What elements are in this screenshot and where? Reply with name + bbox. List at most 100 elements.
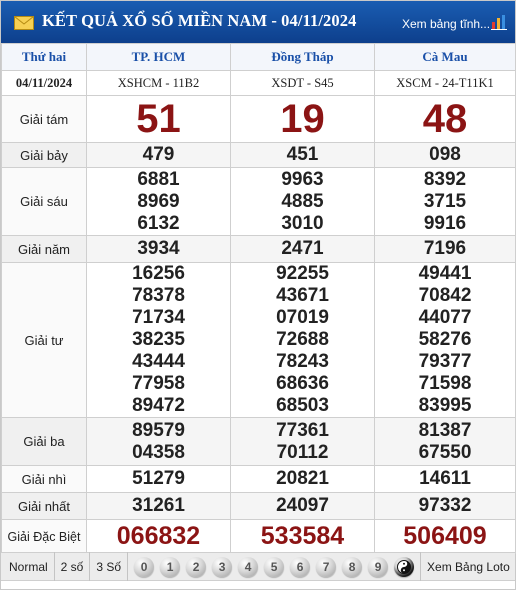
prize-number: 04358: [132, 441, 185, 463]
province-dong-thap[interactable]: Đồng Tháp: [230, 43, 375, 71]
prize-label: Giải ba: [1, 417, 87, 466]
prize-number: 14611: [374, 465, 516, 493]
digit-ball[interactable]: 1: [160, 556, 181, 577]
prize-number: 38235: [132, 329, 185, 350]
prize-number: 68636: [276, 373, 329, 394]
prize-number: 3010: [281, 212, 324, 234]
prize-number: 098: [374, 142, 516, 168]
prize-number: 97332: [374, 492, 516, 520]
prize-cell: 89579 04358: [86, 417, 231, 466]
prize-number: 51279: [86, 465, 231, 493]
province-hcm[interactable]: TP. HCM: [86, 43, 231, 71]
prize-cell: 6881 8969 6132: [86, 167, 231, 236]
prize-row-3: Giải ba 89579 04358 77361 70112 81387 67…: [1, 417, 516, 466]
prize-number: 68503: [276, 395, 329, 416]
digit-ball[interactable]: 9: [368, 556, 389, 577]
prize-row-special: Giải Đặc Biệt 066832 533584 506409: [1, 519, 516, 554]
prize-row-7: Giải bảy 479 451 098: [1, 142, 516, 168]
digit-ball[interactable]: 8: [342, 556, 363, 577]
header-bar: KẾT QUẢ XỔ SỐ MIỀN NAM - 04/11/2024 Xem …: [1, 1, 515, 43]
code-hcm: XSHCM - 11B2: [86, 70, 231, 96]
prize-cell: 77361 70112: [230, 417, 375, 466]
prize-number: 70112: [276, 441, 329, 463]
prize-label: Giải nhì: [1, 465, 87, 493]
prize-label: Giải sáu: [1, 167, 87, 236]
yin-yang-glyph: [397, 559, 412, 574]
special-prize-number: 066832: [86, 519, 231, 554]
prize-cell: 81387 67550: [374, 417, 516, 466]
prize-number: 51: [86, 95, 231, 143]
prize-number: 8969: [137, 190, 180, 212]
option-2-digits[interactable]: 2 số: [55, 552, 91, 581]
digit-filter: 0 1 2 3 4 5 6 7 8 9: [128, 552, 422, 581]
prize-number: 79377: [418, 351, 472, 372]
prize-label: Giải bảy: [1, 142, 87, 168]
prize-label: Giải nhất: [1, 492, 87, 520]
prize-number: 19: [230, 95, 375, 143]
special-prize-number: 506409: [374, 519, 516, 554]
digit-ball[interactable]: 2: [186, 556, 207, 577]
prize-number: 77958: [132, 373, 185, 394]
yin-yang-icon[interactable]: [394, 556, 415, 577]
province-ca-mau[interactable]: Cà Mau: [374, 43, 516, 71]
prize-number: 89579: [132, 419, 185, 441]
prize-number: 67550: [418, 441, 472, 463]
page-title: KẾT QUẢ XỔ SỐ MIỀN NAM - 04/11/2024: [42, 11, 357, 30]
digit-ball[interactable]: 7: [316, 556, 337, 577]
prize-label: Giải tư: [1, 262, 87, 418]
draw-date: 04/11/2024: [1, 70, 87, 96]
prize-label: Giải tám: [1, 95, 87, 143]
digit-ball[interactable]: 6: [290, 556, 311, 577]
prize-number: 6132: [137, 212, 180, 234]
digit-ball[interactable]: 4: [238, 556, 259, 577]
digit-ball[interactable]: 5: [264, 556, 285, 577]
loto-table-link[interactable]: Xem Bảng Loto: [421, 560, 516, 574]
code-dong-thap: XSDT - S45: [230, 70, 375, 96]
chart-icon[interactable]: [491, 14, 507, 30]
prize-cell: 9963 4885 3010: [230, 167, 375, 236]
prize-number: 72688: [276, 329, 329, 350]
prize-cell: 16256 78378 71734 38235 43444 77958 8947…: [86, 262, 231, 418]
prize-row-2: Giải nhì 51279 20821 14611: [1, 465, 516, 493]
prize-row-4: Giải tư 16256 78378 71734 38235 43444 77…: [1, 262, 516, 418]
prize-number: 48: [374, 95, 516, 143]
prize-number: 83995: [418, 395, 472, 416]
prize-number: 20821: [230, 465, 375, 493]
prize-number: 44077: [418, 307, 472, 328]
prize-number: 58276: [418, 329, 472, 350]
prize-label: Giải Đặc Biệt: [1, 519, 87, 554]
results-widget: KẾT QUẢ XỔ SỐ MIỀN NAM - 04/11/2024 Xem …: [0, 0, 516, 590]
prize-number: 07019: [276, 307, 329, 328]
prize-number: 6881: [137, 168, 180, 190]
prize-label: Giải năm: [1, 235, 87, 263]
prize-number: 71598: [418, 373, 472, 394]
prize-number: 77361: [276, 419, 329, 441]
prize-number: 479: [86, 142, 231, 168]
prize-number: 81387: [418, 419, 472, 441]
static-table-link[interactable]: Xem bảng tĩnh...: [402, 17, 490, 31]
prize-number: 31261: [86, 492, 231, 520]
prize-number: 43671: [276, 285, 329, 306]
prize-row-5: Giải năm 3934 2471 7196: [1, 235, 516, 263]
prize-row-1: Giải nhất 31261 24097 97332: [1, 492, 516, 520]
digit-ball[interactable]: 3: [212, 556, 233, 577]
prize-cell: 49441 70842 44077 58276 79377 71598 8399…: [374, 262, 516, 418]
mail-icon: [14, 16, 34, 30]
option-normal[interactable]: Normal: [1, 552, 55, 581]
prize-number: 9916: [423, 212, 467, 234]
prize-number: 8392: [423, 168, 467, 190]
prize-number: 71734: [132, 307, 185, 328]
code-row: 04/11/2024 XSHCM - 11B2 XSDT - S45 XSCM …: [1, 70, 516, 96]
prize-number: 24097: [230, 492, 375, 520]
prize-cell: 8392 3715 9916: [374, 167, 516, 236]
prize-number: 9963: [281, 168, 324, 190]
prize-row-6: Giải sáu 6881 8969 6132 9963 4885 3010 8…: [1, 167, 516, 236]
prize-number: 451: [230, 142, 375, 168]
special-prize-number: 533584: [230, 519, 375, 554]
results-table: Thứ hai TP. HCM Đồng Tháp Cà Mau 04/11/2…: [1, 43, 516, 554]
option-3-digits[interactable]: 3 Số: [90, 552, 129, 581]
digit-ball[interactable]: 0: [134, 556, 155, 577]
prize-number: 43444: [132, 351, 185, 372]
prize-row-8: Giải tám 51 19 48: [1, 95, 516, 143]
prize-number: 3715: [423, 190, 467, 212]
